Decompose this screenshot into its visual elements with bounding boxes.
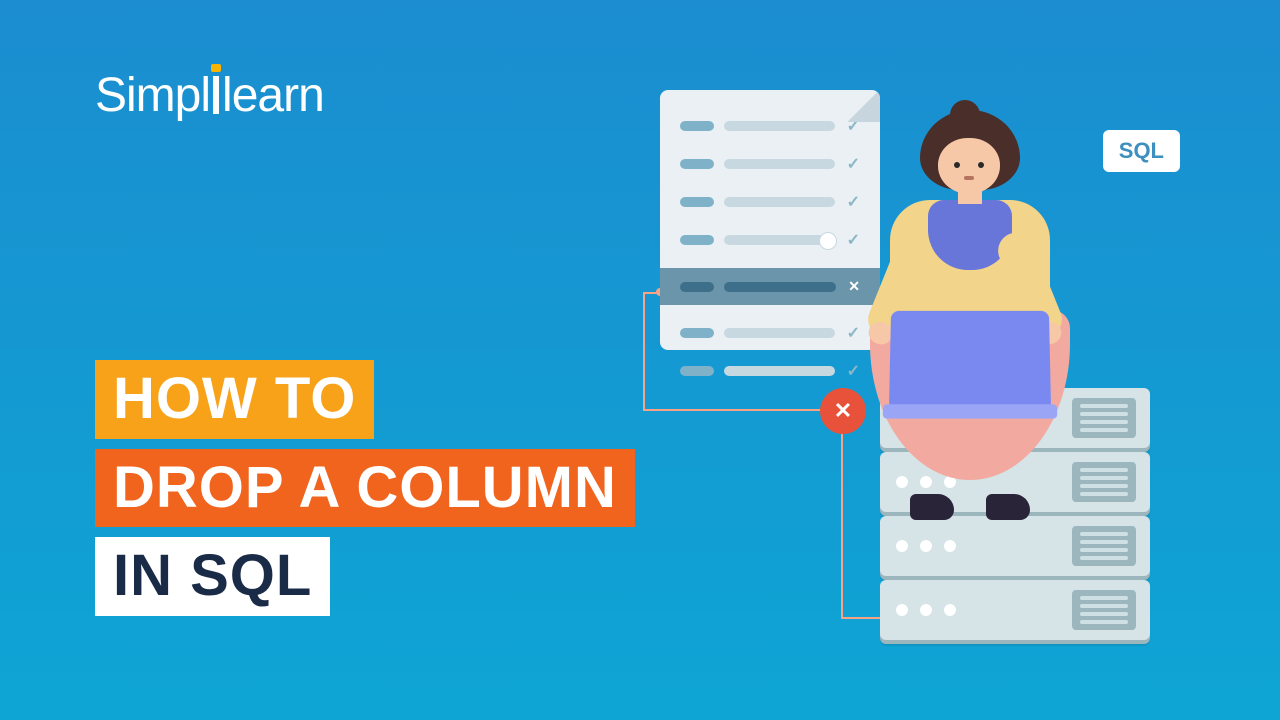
laptop-icon — [889, 311, 1051, 410]
illustration: SQL ✓ ✓ ✓ ✓ ✕ ✓ ✓ ✕ — [620, 70, 1180, 670]
server-unit — [880, 516, 1150, 576]
title-line-2: DROP A COLUMN — [95, 449, 635, 528]
wire — [643, 292, 645, 411]
brand-i-icon — [213, 76, 219, 114]
person-illustration — [830, 100, 1090, 520]
brand-logo: Simpllearn — [95, 68, 324, 123]
brand-part1: Simpl — [95, 69, 210, 122]
wire — [643, 409, 821, 411]
brand-part2: learn — [222, 69, 324, 122]
sql-badge: SQL — [1103, 130, 1180, 172]
title-block: HOW TO DROP A COLUMN IN SQL — [95, 360, 635, 626]
title-line-1: HOW TO — [95, 360, 374, 439]
title-line-3: IN SQL — [95, 537, 330, 616]
server-unit — [880, 580, 1150, 640]
